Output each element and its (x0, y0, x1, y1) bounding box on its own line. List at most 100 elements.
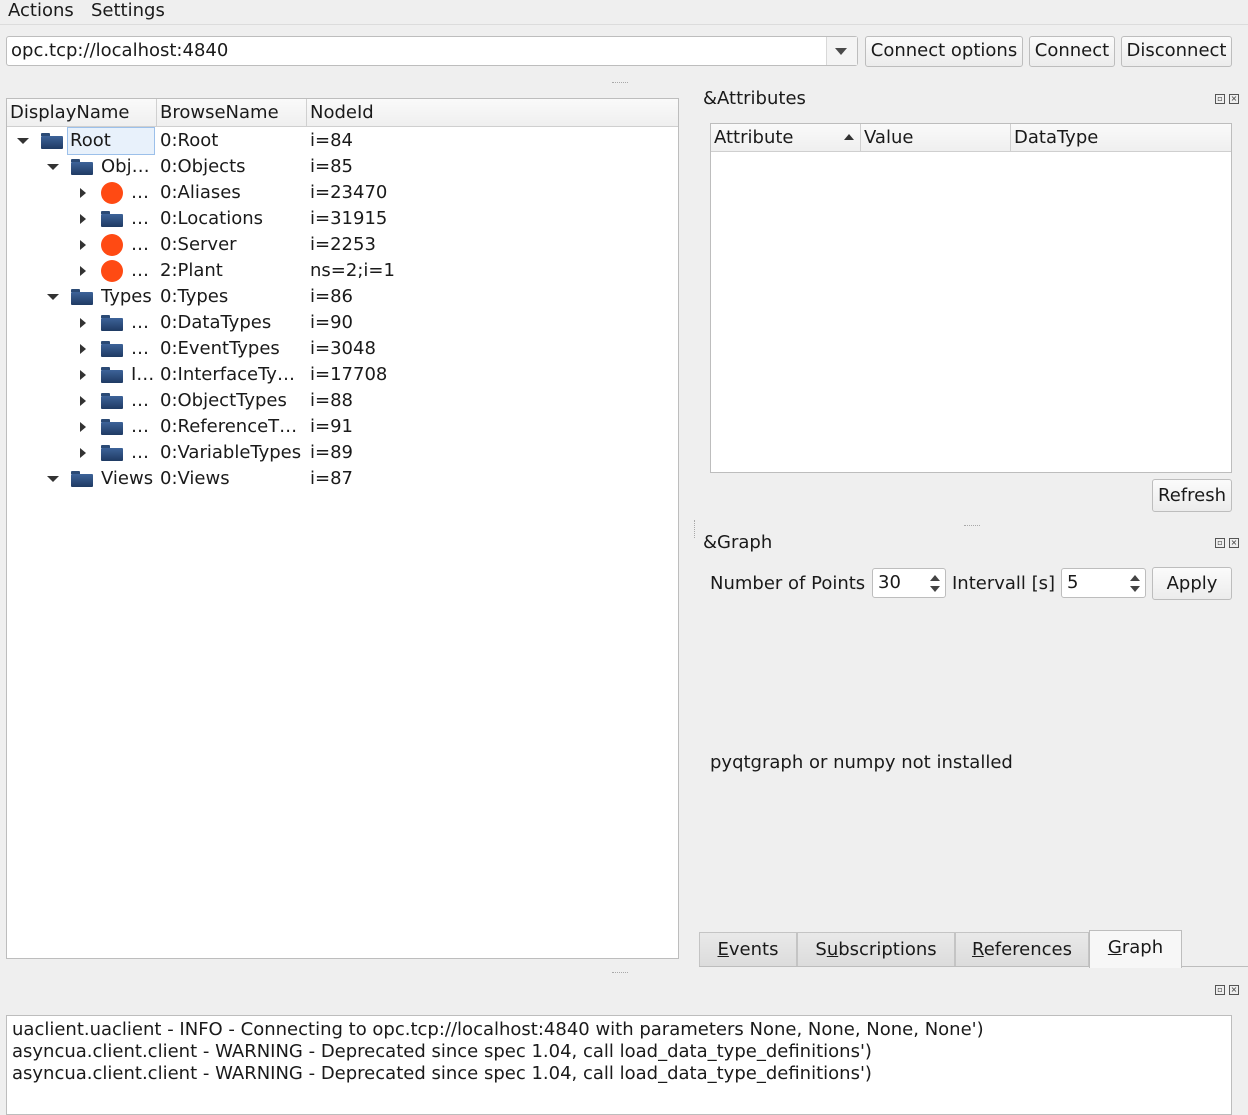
expand-arrow-icon[interactable] (76, 388, 90, 414)
address-space-tree[interactable]: DisplayName BrowseName NodeId Root 0:Root… (6, 98, 679, 959)
tree-cell-nodeid[interactable]: i=23470 (310, 180, 670, 206)
tree-cell-browsename[interactable]: 0:ReferenceT… (160, 414, 306, 440)
tree-cell-displayname[interactable]: … (131, 440, 155, 466)
column-header-attribute[interactable]: Attribute (711, 124, 861, 152)
tree-cell-nodeid[interactable]: i=17708 (310, 362, 670, 388)
server-url-value[interactable]: opc.tcp://localhost:4840 (11, 37, 228, 65)
tree-row[interactable]: Root 0:Root i=84 (7, 127, 678, 155)
tree-row[interactable]: … 0:ReferenceT… i=91 (7, 414, 678, 440)
tree-cell-nodeid[interactable]: i=86 (310, 284, 670, 310)
number-of-points-spinbox[interactable]: 30 (872, 568, 946, 598)
tree-row[interactable]: Views 0:Views i=87 (7, 466, 678, 492)
tree-cell-nodeid[interactable]: i=89 (310, 440, 670, 466)
tree-cell-nodeid[interactable]: i=3048 (310, 336, 670, 362)
server-url-combobox[interactable]: opc.tcp://localhost:4840 (6, 36, 858, 66)
tree-cell-browsename[interactable]: 0:Server (160, 232, 306, 258)
close-icon[interactable]: × (1229, 538, 1239, 548)
tree-cell-nodeid[interactable]: i=2253 (310, 232, 670, 258)
column-header-nodeid[interactable]: NodeId (307, 99, 678, 127)
tree-cell-browsename[interactable]: 0:Views (160, 466, 306, 492)
tree-cell-browsename[interactable]: 0:EventTypes (160, 336, 306, 362)
tree-cell-displayname[interactable]: … (131, 232, 155, 258)
number-of-points-value[interactable]: 30 (878, 569, 901, 597)
float-icon[interactable]: ▫ (1215, 985, 1225, 995)
tree-row[interactable]: … 0:Aliases i=23470 (7, 180, 678, 206)
tree-cell-browsename[interactable]: 0:DataTypes (160, 310, 306, 336)
menu-settings[interactable]: Settings (91, 0, 165, 24)
tree-cell-nodeid[interactable]: ns=2;i=1 (310, 258, 670, 284)
tree-cell-browsename[interactable]: 0:Locations (160, 206, 306, 232)
splitter-handle-top[interactable] (612, 82, 628, 85)
tree-cell-browsename[interactable]: 0:Root (160, 128, 306, 154)
tree-cell-browsename[interactable]: 0:Objects (160, 154, 306, 180)
tab-references[interactable]: References (955, 932, 1089, 966)
expand-arrow-icon[interactable] (76, 258, 90, 284)
expand-arrow-icon[interactable] (76, 440, 90, 466)
spin-up-icon[interactable] (930, 575, 940, 581)
collapse-arrow-icon[interactable] (46, 466, 60, 492)
tab-events[interactable]: Events (699, 932, 797, 966)
float-icon[interactable]: ▫ (1215, 94, 1225, 104)
column-header-browsename[interactable]: BrowseName (157, 99, 307, 127)
tree-cell-displayname[interactable]: … (131, 414, 155, 440)
column-header-datatype[interactable]: DataType (1011, 124, 1231, 152)
tree-cell-displayname[interactable]: … (131, 310, 155, 336)
tree-row[interactable]: … 2:Plant ns=2;i=1 (7, 258, 678, 284)
spin-down-icon[interactable] (1130, 586, 1140, 592)
column-header-displayname[interactable]: DisplayName (7, 99, 157, 127)
tab-subscriptions[interactable]: Subscriptions (797, 932, 955, 966)
tree-cell-displayname[interactable]: Root (67, 127, 155, 155)
tree-cell-nodeid[interactable]: i=91 (310, 414, 670, 440)
interval-spinbox[interactable]: 5 (1061, 568, 1146, 598)
expand-arrow-icon[interactable] (76, 180, 90, 206)
tree-cell-nodeid[interactable]: i=88 (310, 388, 670, 414)
tree-cell-browsename[interactable]: 0:InterfaceTy… (160, 362, 306, 388)
expand-arrow-icon[interactable] (76, 414, 90, 440)
collapse-arrow-icon[interactable] (16, 128, 30, 154)
float-icon[interactable]: ▫ (1215, 538, 1225, 548)
tree-cell-displayname[interactable]: Obj… (101, 154, 155, 180)
expand-arrow-icon[interactable] (76, 362, 90, 388)
tree-cell-displayname[interactable]: … (131, 180, 155, 206)
tree-row[interactable]: Types 0:Types i=86 (7, 284, 678, 310)
tree-cell-nodeid[interactable]: i=90 (310, 310, 670, 336)
tree-cell-nodeid[interactable]: i=85 (310, 154, 670, 180)
tree-row[interactable]: … 0:EventTypes i=3048 (7, 336, 678, 362)
close-icon[interactable]: × (1229, 94, 1239, 104)
tree-cell-displayname[interactable]: … (131, 388, 155, 414)
apply-button[interactable]: Apply (1152, 567, 1232, 600)
tree-cell-displayname[interactable]: … (131, 258, 155, 284)
splitter-handle-vertical[interactable] (694, 520, 696, 538)
tree-cell-browsename[interactable]: 0:Aliases (160, 180, 306, 206)
tree-row[interactable]: … 0:Locations i=31915 (7, 206, 678, 232)
expand-arrow-icon[interactable] (76, 310, 90, 336)
splitter-handle-right[interactable] (964, 525, 980, 528)
refresh-button[interactable]: Refresh (1152, 479, 1232, 512)
spin-arrows[interactable] (1125, 569, 1145, 597)
url-dropdown-button[interactable] (826, 37, 857, 65)
menu-actions[interactable]: Actions (8, 0, 74, 24)
tree-cell-nodeid[interactable]: i=31915 (310, 206, 670, 232)
connect-options-button[interactable]: Connect options (865, 36, 1023, 67)
tree-cell-browsename[interactable]: 0:Types (160, 284, 306, 310)
tree-cell-browsename[interactable]: 0:VariableTypes (160, 440, 306, 466)
tree-cell-displayname[interactable]: Views (101, 466, 155, 492)
collapse-arrow-icon[interactable] (46, 154, 60, 180)
tree-row[interactable]: … 0:ObjectTypes i=88 (7, 388, 678, 414)
tree-row[interactable]: … 0:VariableTypes i=89 (7, 440, 678, 466)
tree-cell-browsename[interactable]: 2:Plant (160, 258, 306, 284)
tree-row[interactable]: I… 0:InterfaceTy… i=17708 (7, 362, 678, 388)
expand-arrow-icon[interactable] (76, 206, 90, 232)
tree-cell-displayname[interactable]: … (131, 206, 155, 232)
column-header-value[interactable]: Value (861, 124, 1011, 152)
tree-cell-displayname[interactable]: Types (101, 284, 155, 310)
close-icon[interactable]: × (1229, 985, 1239, 995)
disconnect-button[interactable]: Disconnect (1121, 36, 1232, 67)
log-output[interactable]: uaclient.uaclient - INFO - Connecting to… (6, 1015, 1232, 1115)
tree-cell-nodeid[interactable]: i=87 (310, 466, 670, 492)
connect-button[interactable]: Connect (1029, 36, 1115, 67)
tree-cell-displayname[interactable]: … (131, 336, 155, 362)
expand-arrow-icon[interactable] (76, 232, 90, 258)
tree-row[interactable]: … 0:Server i=2253 (7, 232, 678, 258)
spin-arrows[interactable] (925, 569, 945, 597)
